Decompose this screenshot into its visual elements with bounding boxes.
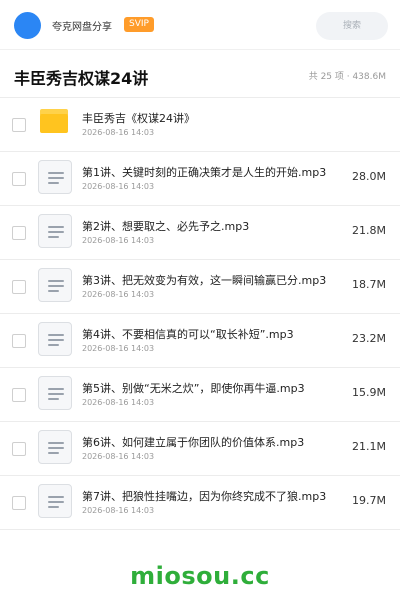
item-size: 19.7M xyxy=(352,494,386,507)
document-icon xyxy=(38,430,72,464)
document-icon xyxy=(38,484,72,518)
list-item-file[interactable]: 第3讲、把无效变为有效，这一瞬间输赢已分.mp3 2026-08-16 14:0… xyxy=(0,260,400,314)
item-name: 第6讲、如何建立属于你团队的价值体系.mp3 xyxy=(82,436,305,449)
list-item-file[interactable]: 第5讲、别做“无米之炊”，即使你再牛逼.mp3 2026-08-16 14:03… xyxy=(0,368,400,422)
folder-title-bar: 丰臣秀吉权谋24讲 共 25 项 · 438.6M xyxy=(0,51,400,98)
item-size: 21.1M xyxy=(352,440,386,453)
item-date: 2026-08-16 14:03 xyxy=(82,182,155,191)
item-date: 2026-08-16 14:03 xyxy=(82,236,155,245)
document-icon xyxy=(38,376,72,410)
select-checkbox[interactable] xyxy=(12,118,26,132)
select-checkbox[interactable] xyxy=(12,388,26,402)
page-title: 丰臣秀吉权谋24讲 xyxy=(14,69,149,88)
item-name: 第1讲、关键时刻的正确决策才是人生的开始.mp3 xyxy=(82,166,327,179)
list-item-file[interactable]: 第4讲、不要相信真的可以“取长补短”.mp3 2026-08-16 14:03 … xyxy=(0,314,400,368)
document-icon xyxy=(38,214,72,248)
item-name: 第2讲、想要取之、必先予之.mp3 xyxy=(82,220,250,233)
list-item-folder[interactable]: 丰臣秀吉《权谋24讲》 2026-08-16 14:03 xyxy=(0,98,400,152)
list-item-file[interactable]: 第1讲、关键时刻的正确决策才是人生的开始.mp3 2026-08-16 14:0… xyxy=(0,152,400,206)
item-date: 2026-08-16 14:03 xyxy=(82,506,155,515)
select-checkbox[interactable] xyxy=(12,496,26,510)
folder-icon xyxy=(40,109,68,133)
file-list: 丰臣秀吉《权谋24讲》 2026-08-16 14:03 第1讲、关键时刻的正确… xyxy=(0,98,400,530)
item-name: 丰臣秀吉《权谋24讲》 xyxy=(82,112,195,125)
item-size: 23.2M xyxy=(352,332,386,345)
document-icon xyxy=(38,160,72,194)
select-checkbox[interactable] xyxy=(12,442,26,456)
document-icon xyxy=(38,322,72,356)
select-checkbox[interactable] xyxy=(12,280,26,294)
select-checkbox[interactable] xyxy=(12,172,26,186)
item-name: 第5讲、别做“无米之炊”，即使你再牛逼.mp3 xyxy=(82,382,305,395)
item-date: 2026-08-16 14:03 xyxy=(82,290,155,299)
document-icon xyxy=(38,268,72,302)
list-item-file[interactable]: 第6讲、如何建立属于你团队的价值体系.mp3 2026-08-16 14:03 … xyxy=(0,422,400,476)
item-date: 2026-08-16 14:03 xyxy=(82,398,155,407)
item-name: 第3讲、把无效变为有效，这一瞬间输赢已分.mp3 xyxy=(82,274,327,287)
item-size: 21.8M xyxy=(352,224,386,237)
item-name: 第4讲、不要相信真的可以“取长补短”.mp3 xyxy=(82,328,294,341)
list-item-file[interactable]: 第2讲、想要取之、必先予之.mp3 2026-08-16 14:03 21.8M xyxy=(0,206,400,260)
avatar[interactable] xyxy=(14,12,41,39)
site-watermark: miosou.cc xyxy=(130,562,270,590)
item-size: 18.7M xyxy=(352,278,386,291)
select-checkbox[interactable] xyxy=(12,226,26,240)
item-date: 2026-08-16 14:03 xyxy=(82,128,155,137)
item-size: 15.9M xyxy=(352,386,386,399)
app-name: 夸克网盘分享 xyxy=(52,22,112,33)
item-date: 2026-08-16 14:03 xyxy=(82,452,155,461)
list-item-file[interactable]: 第7讲、把狼性挂嘴边，因为你终究成不了狼.mp3 2026-08-16 14:0… xyxy=(0,476,400,530)
folder-item-count: 共 25 项 · 438.6M xyxy=(308,72,386,82)
item-date: 2026-08-16 14:03 xyxy=(82,344,155,353)
search-button[interactable]: 搜索 xyxy=(316,12,388,40)
select-checkbox[interactable] xyxy=(12,334,26,348)
item-size: 28.0M xyxy=(352,170,386,183)
app-header: 夸克网盘分享 SVIP 搜索 xyxy=(0,0,400,50)
svip-badge: SVIP xyxy=(124,17,154,32)
item-name: 第7讲、把狼性挂嘴边，因为你终究成不了狼.mp3 xyxy=(82,490,327,503)
